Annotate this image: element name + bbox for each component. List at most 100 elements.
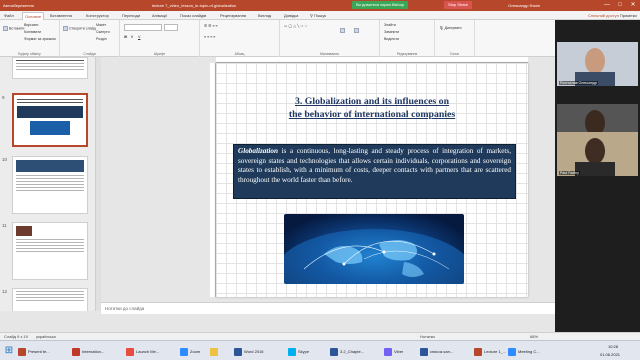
bold-button[interactable]: Ж <box>124 35 127 39</box>
font-size-select[interactable] <box>164 24 178 31</box>
new-slide-button[interactable]: Створити слайд <box>63 26 96 31</box>
dictate-button[interactable]: 🎙 Диктувати <box>439 26 462 30</box>
drawing-group-label: Малювання <box>319 52 340 56</box>
app-icon <box>126 347 134 356</box>
reset-button[interactable]: Скинути <box>96 30 110 34</box>
participant-name: Paul Fadiny <box>559 171 580 175</box>
slide-thumbnails-pane: 9 10 11 12 <box>0 57 96 311</box>
slide-thumbnail-10[interactable] <box>12 156 88 214</box>
slide-title-line-1: 3. Globalization and its influences on <box>294 96 450 107</box>
windows-taskbar: ⊞ Present te... Internation... Launch Me… <box>0 340 640 360</box>
select-button[interactable]: Виділити <box>384 37 399 41</box>
voice-group-label: Голос <box>449 52 460 56</box>
slide-title[interactable]: 3. Globalization and its influences on t… <box>246 95 498 121</box>
minimize-button[interactable]: — <box>601 0 613 11</box>
tab-review[interactable]: Рецензування <box>220 12 246 20</box>
close-button[interactable]: ✕ <box>627 0 639 11</box>
find-button[interactable]: Знайти <box>384 23 396 27</box>
tab-help[interactable]: Довідка <box>284 12 298 20</box>
slide-number: 9 <box>2 95 5 100</box>
taskbar-app[interactable]: Word 2016 <box>234 345 264 358</box>
slide-thumbnail-8[interactable] <box>12 57 88 79</box>
word-icon <box>330 347 338 356</box>
tab-file[interactable]: Файл <box>4 12 14 20</box>
clock-date[interactable]: 01.06.2021 <box>600 351 620 359</box>
tab-design[interactable]: Конструктор <box>86 12 109 20</box>
video-tile[interactable]: Ростислав Олександр <box>557 42 638 86</box>
taskbar-app[interactable]: Meeting C... <box>508 345 540 358</box>
font-group-label: Шрифт <box>153 52 166 56</box>
tab-insert[interactable]: Вставлення <box>50 12 72 20</box>
slide-thumbnail-12[interactable] <box>12 288 88 311</box>
replace-button[interactable]: Замінити <box>384 30 399 34</box>
tab-home[interactable]: Основне <box>22 12 45 20</box>
folder-icon <box>210 347 218 356</box>
slide-number: 12 <box>2 289 8 294</box>
browser-icon <box>72 347 80 356</box>
viber-icon <box>384 347 392 356</box>
body-text: is a continuous, long-lasting and steady… <box>238 147 511 184</box>
taskbar-app[interactable]: Viber <box>384 345 403 358</box>
body-bold-term: Globalization <box>238 147 278 155</box>
taskbar-app[interactable]: Skype <box>288 345 309 358</box>
font-name-select[interactable] <box>124 24 162 31</box>
taskbar-app[interactable]: Internation... <box>72 345 104 358</box>
align-buttons[interactable]: ≡ ≡ ≡ ≡ <box>204 35 215 39</box>
zoom-icon <box>180 347 188 356</box>
taskbar-app[interactable]: список кан... <box>420 345 453 358</box>
shapes-gallery[interactable]: ▭ ◯ △ ╲ ⇨ ☆ <box>284 24 308 28</box>
search-tab[interactable]: ⚲ Пошук <box>310 12 326 20</box>
status-bar: Слайд 9 з 19 українська Нотатки 68% <box>0 332 640 340</box>
zoom-share-status[interactable]: Ви дивитеся екран Bishop <box>352 1 409 9</box>
clock-time[interactable]: 10:28 <box>608 343 618 351</box>
taskbar-app[interactable]: Present te... <box>18 345 50 358</box>
word-icon <box>234 347 242 356</box>
paragraph-group-label: Абзац <box>234 52 245 56</box>
slide-canvas[interactable]: 3. Globalization and its influences on t… <box>216 63 528 297</box>
tab-view[interactable]: Вигляд <box>258 12 271 20</box>
taskbar-app[interactable]: 3.2_Chapte... <box>330 345 364 358</box>
paste-button[interactable]: Вставити <box>3 26 24 31</box>
tab-slideshow[interactable]: Показ слайдів <box>180 12 206 20</box>
clipboard-group-label: Буфер обміну <box>18 52 41 56</box>
skype-icon <box>288 347 296 356</box>
start-button[interactable]: ⊞ <box>2 344 16 358</box>
user-name[interactable]: Олександр Фалін <box>508 0 540 11</box>
share-button[interactable]: Спільний доступ <box>588 12 619 20</box>
taskbar-app[interactable]: Lecture 1_... <box>474 345 506 358</box>
participant-face <box>585 48 605 74</box>
quick-styles-button[interactable] <box>354 28 360 33</box>
underline-button[interactable]: Ч <box>138 35 140 39</box>
new-slide-icon <box>63 26 68 31</box>
thumbnails-scrollbar[interactable] <box>96 57 101 311</box>
section-button[interactable]: Розділ <box>96 37 107 41</box>
copy-button[interactable]: Копіювати <box>24 30 41 34</box>
comments-button[interactable]: Примітки <box>620 12 637 20</box>
zoom-stop-share-button[interactable]: Stop Share <box>444 1 473 9</box>
slide-thumbnail-9[interactable] <box>12 93 88 147</box>
italic-button[interactable]: К <box>131 35 133 39</box>
video-tile[interactable]: Paul Fadiny <box>557 132 638 176</box>
cut-button[interactable]: Вирізати <box>24 23 38 27</box>
tab-animations[interactable]: Анімації <box>152 12 167 20</box>
voice-group: 🎙 Диктувати Голос <box>435 20 475 57</box>
taskbar-app[interactable]: Launch Me... <box>126 345 159 358</box>
taskbar-app[interactable] <box>210 345 220 358</box>
layout-button[interactable]: Макет <box>96 23 106 27</box>
arrange-button[interactable] <box>340 28 346 33</box>
globe-image[interactable] <box>284 214 464 284</box>
taskbar-app[interactable]: Zoom <box>180 345 200 358</box>
slide-thumbnail-11[interactable] <box>12 222 88 280</box>
autosave-label[interactable]: Автозбереження <box>3 0 34 11</box>
powerpoint-icon <box>474 347 482 356</box>
zoom-icon <box>508 347 516 356</box>
slide-body-text[interactable]: Globalization is a continuous, long-last… <box>233 144 516 199</box>
tab-transitions[interactable]: Переходи <box>122 12 140 20</box>
maximize-button[interactable]: □ <box>614 0 626 11</box>
bullets-button[interactable]: ☰ ☰ ≡ ≡ <box>204 24 218 28</box>
format-painter-button[interactable]: Формат за зразком <box>24 37 56 41</box>
file-name: lecture 7_video_lesson_in-topic-of-globa… <box>152 3 237 8</box>
title-bar: Автозбереження lecture 7_video_lesson_in… <box>0 0 640 11</box>
participant-face <box>585 138 605 164</box>
participant-shirt <box>575 162 615 176</box>
